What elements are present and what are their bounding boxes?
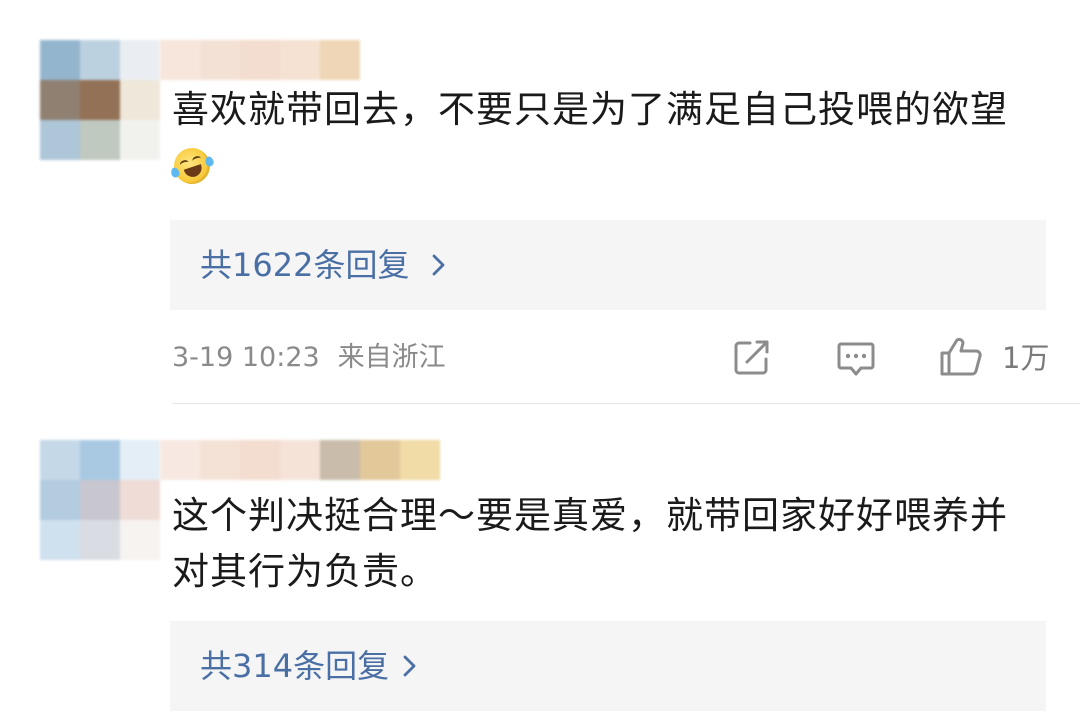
- thumbs-up-icon: [940, 337, 982, 376]
- share-icon: [734, 340, 769, 375]
- comment-icon: [837, 342, 875, 376]
- comment-meta: 3-19 10:23 来自浙江: [172, 333, 464, 383]
- comment-button[interactable]: [835, 334, 877, 380]
- chevron-right-icon: [403, 655, 416, 677]
- comment-text: 这个判决挺合理～要是真爱，就带回家好好喂养并对其行为负责。: [172, 488, 1042, 600]
- comment-text-content: 喜欢就带回去，不要只是为了满足自己投喂的欲望: [172, 88, 1008, 131]
- username[interactable]: [160, 440, 440, 480]
- like-button[interactable]: [938, 334, 984, 380]
- username[interactable]: [160, 40, 360, 80]
- comment-text: 喜欢就带回去，不要只是为了满足自己投喂的欲望: [169, 82, 1042, 194]
- comment-date: 3-19 10:23: [172, 342, 320, 373]
- replies-count-label: 共314条回复: [200, 647, 390, 685]
- like-count: 1万: [1002, 341, 1050, 375]
- share-button[interactable]: [731, 334, 773, 380]
- avatar[interactable]: [40, 40, 160, 160]
- avatar[interactable]: [40, 440, 160, 560]
- comment-divider: [172, 403, 1080, 404]
- comment-text-content: 这个判决挺合理～要是真爱，就带回家好好喂养并对其行为负责。: [172, 494, 1008, 593]
- chevron-right-icon: [432, 254, 445, 276]
- view-replies-button[interactable]: 共1622条回复: [170, 220, 1046, 310]
- comment-location: 来自浙江: [337, 342, 446, 373]
- laughing-tears-emoji-icon: [169, 143, 215, 189]
- replies-count-label: 共1622条回复: [200, 246, 410, 284]
- view-replies-button[interactable]: 共314条回复: [170, 621, 1046, 711]
